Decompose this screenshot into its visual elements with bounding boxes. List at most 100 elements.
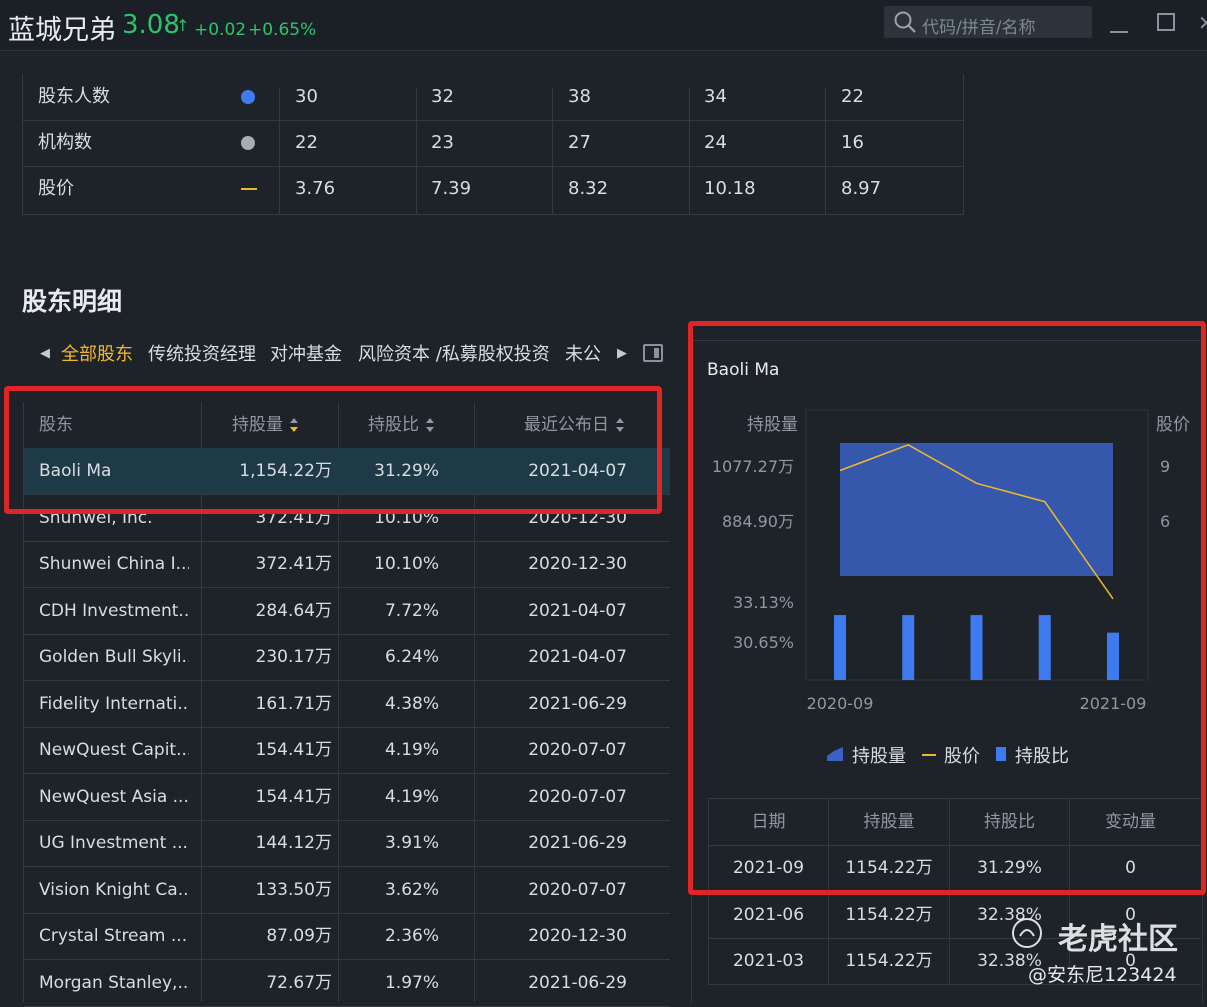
close-icon[interactable]: ✕ bbox=[1198, 11, 1207, 35]
table-row[interactable]: UG Investment ... 144.12万 3.91% 2021-06-29 bbox=[24, 820, 670, 867]
row-label: 机构数 bbox=[38, 132, 92, 153]
table-row[interactable]: Morgan Stanley,... 72.67万 1.97% 2021-06-29 bbox=[24, 960, 670, 1007]
panel-toggle-icon[interactable] bbox=[643, 344, 663, 362]
summary-table: 股东人数 30 32 38 34 22 机构数 22 23 27 24 16 股… bbox=[22, 74, 964, 215]
table-row[interactable]: Fidelity Internati... 161.71万 4.38% 2021-06… bbox=[24, 681, 670, 728]
tab-all-holders[interactable]: 全部股东 bbox=[61, 340, 133, 366]
holder-date: 2020-12-30 bbox=[528, 554, 627, 574]
holder-date: 2020-07-07 bbox=[528, 879, 627, 900]
tabs-prev-icon[interactable]: ◀ bbox=[40, 346, 50, 361]
holder-name: Fidelity Internati... bbox=[39, 693, 189, 714]
price-change-pct: +0.65% bbox=[248, 20, 317, 40]
cell: 10.18 bbox=[704, 178, 756, 199]
holder-date: 2021-06-29 bbox=[528, 693, 627, 714]
table-row[interactable]: CDH Investment... 284.64万 7.72% 2021-04-07 bbox=[24, 588, 670, 635]
holder-shares: 284.64万 bbox=[255, 600, 332, 621]
highlight-box-selected-row bbox=[4, 386, 662, 514]
cell: 38 bbox=[568, 86, 591, 107]
holder-date: 2021-06-29 bbox=[528, 833, 627, 853]
watermark-brand: 老虎社区 bbox=[1058, 922, 1178, 957]
holder-ratio: 4.38% bbox=[384, 693, 439, 714]
holder-name: NewQuest Asia ... bbox=[39, 786, 189, 807]
holder-date: 2021-04-07 bbox=[528, 600, 627, 621]
holder-ratio: 4.19% bbox=[384, 786, 439, 807]
holder-date: 2021-06-29 bbox=[528, 972, 627, 993]
summary-row: 机构数 22 23 27 24 16 bbox=[23, 120, 963, 167]
cell: 22 bbox=[295, 132, 318, 153]
holder-name: Crystal Stream ... bbox=[39, 926, 188, 946]
legend-dot-icon bbox=[241, 136, 255, 150]
holder-ratio: 1.97% bbox=[384, 972, 439, 993]
holder-ratio: 6.24% bbox=[384, 647, 439, 667]
cell: 34 bbox=[704, 86, 727, 107]
holder-name: Morgan Stanley,... bbox=[39, 972, 189, 993]
holder-ratio: 2.36% bbox=[384, 926, 439, 946]
detail-shares: 1154.22万 bbox=[845, 904, 933, 925]
detail-date: 2021-03 bbox=[732, 951, 805, 971]
search-placeholder: 代码/拼音/名称 bbox=[922, 18, 1036, 38]
cell: 24 bbox=[704, 132, 727, 153]
holder-name: NewQuest Capit... bbox=[39, 740, 189, 760]
holder-date: 2020-12-30 bbox=[528, 926, 627, 946]
holder-date: 2020-07-07 bbox=[528, 740, 627, 760]
holder-date: 2020-07-07 bbox=[528, 786, 627, 807]
price-up-arrow-icon: ↑ bbox=[176, 16, 190, 35]
cell: 7.39 bbox=[431, 178, 472, 199]
table-row[interactable]: Golden Bull Skyli... 230.17万 6.24% 2021-04-… bbox=[24, 634, 670, 681]
holder-ratio: 10.10% bbox=[374, 554, 439, 574]
highlight-box-detail-panel bbox=[688, 321, 1206, 895]
stock-price: 3.08 bbox=[122, 10, 180, 40]
holder-shares: 154.41万 bbox=[255, 786, 332, 807]
minimize-icon[interactable] bbox=[1110, 14, 1128, 34]
holder-name: CDH Investment... bbox=[39, 600, 189, 621]
table-row[interactable]: Shunwei China I... 372.41万 10.10% 2020-12-3… bbox=[24, 541, 670, 588]
cell: 32 bbox=[431, 86, 454, 107]
holder-ratio: 3.62% bbox=[384, 879, 439, 900]
tab-venture-private-equity[interactable]: 风险资本 /私募股权投资 bbox=[358, 340, 550, 366]
holder-ratio: 4.19% bbox=[384, 740, 439, 760]
holder-name: Golden Bull Skyli... bbox=[39, 647, 189, 667]
holder-name: Shunwei China I... bbox=[39, 554, 189, 574]
tab-undisclosed[interactable]: 未公 bbox=[565, 340, 601, 366]
tab-traditional-managers[interactable]: 传统投资经理 bbox=[148, 340, 256, 366]
stock-name: 蓝城兄弟 bbox=[8, 15, 116, 46]
holder-shares: 154.41万 bbox=[255, 740, 332, 760]
holder-ratio: 7.72% bbox=[384, 600, 439, 621]
holder-shares: 87.09万 bbox=[266, 926, 332, 946]
tab-hedge-funds[interactable]: 对冲基金 bbox=[270, 340, 342, 366]
table-row[interactable]: Vision Knight Ca... 133.50万 3.62% 2020-07-0… bbox=[24, 867, 670, 914]
cell: 30 bbox=[295, 86, 318, 107]
detail-shares: 1154.22万 bbox=[845, 951, 933, 971]
cell: 3.76 bbox=[295, 178, 336, 199]
summary-row: 股价 3.76 7.39 8.32 10.18 8.97 bbox=[23, 166, 963, 212]
section-title: 股东明细 bbox=[22, 287, 123, 316]
cell: 16 bbox=[841, 132, 864, 153]
legend-line-icon bbox=[241, 188, 257, 190]
cell: 22 bbox=[841, 86, 864, 107]
holder-shares: 72.67万 bbox=[266, 972, 332, 993]
table-row[interactable]: NewQuest Asia ... 154.41万 4.19% 2020-07-07 bbox=[24, 774, 670, 821]
holder-ratio: 3.91% bbox=[384, 833, 439, 853]
holder-shares: 372.41万 bbox=[255, 554, 332, 574]
holder-shares: 133.50万 bbox=[255, 879, 332, 900]
holder-date: 2021-04-07 bbox=[528, 647, 627, 667]
row-label: 股东人数 bbox=[38, 86, 110, 107]
summary-row: 股东人数 30 32 38 34 22 bbox=[23, 74, 963, 121]
holder-name: Vision Knight Ca... bbox=[39, 879, 189, 900]
holder-name: UG Investment ... bbox=[39, 833, 188, 853]
table-row[interactable]: NewQuest Capit... 154.41万 4.19% 2020-07-07 bbox=[24, 727, 670, 774]
holder-shares: 230.17万 bbox=[255, 647, 332, 667]
search-icon[interactable] bbox=[893, 10, 917, 34]
cell: 8.32 bbox=[568, 178, 609, 199]
detail-date: 2021-06 bbox=[732, 904, 805, 925]
holder-shares: 161.71万 bbox=[255, 693, 332, 714]
table-row[interactable]: Crystal Stream ... 87.09万 2.36% 2020-12-30 bbox=[24, 913, 670, 960]
row-label: 股价 bbox=[38, 178, 74, 199]
maximize-icon[interactable] bbox=[1157, 13, 1175, 31]
watermark-user: @安东尼123424 bbox=[1028, 964, 1177, 986]
cell: 27 bbox=[568, 132, 591, 153]
cell: 8.97 bbox=[841, 178, 882, 199]
tiger-logo-icon bbox=[1012, 918, 1042, 948]
legend-dot-icon bbox=[241, 90, 255, 104]
tabs-next-icon[interactable]: ▶ bbox=[617, 346, 627, 361]
